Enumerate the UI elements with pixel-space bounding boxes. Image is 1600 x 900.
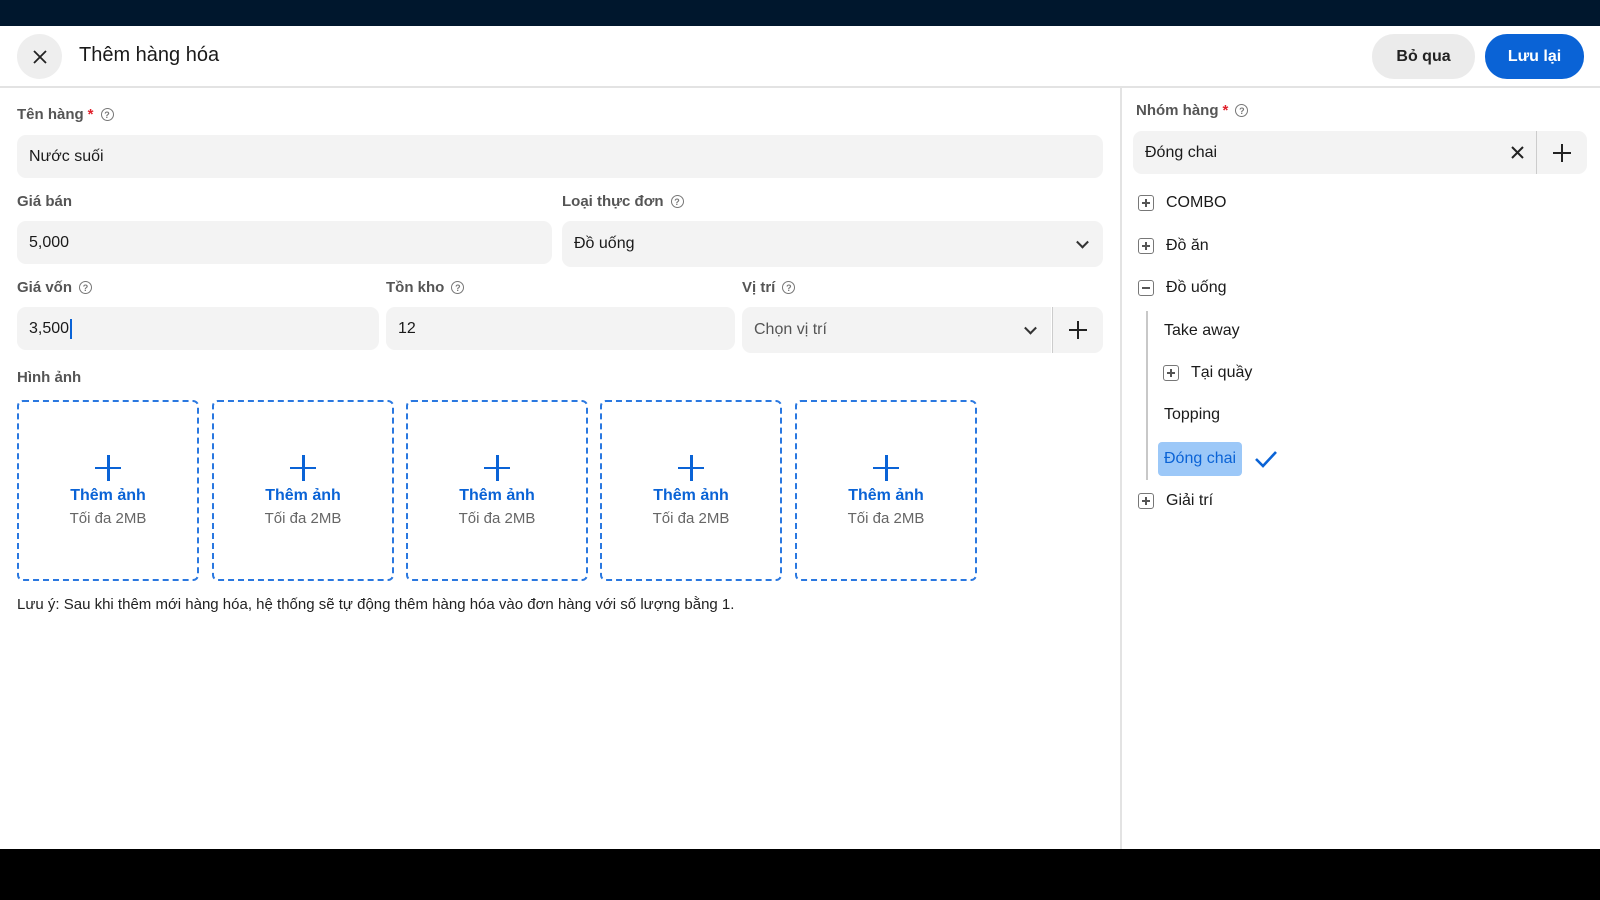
plus-icon [484,454,510,481]
price-input[interactable]: 5,000 [17,221,552,264]
help-icon[interactable]: ? [451,281,465,294]
tree-item-combo[interactable]: COMBO [1138,186,1226,220]
menu-type-value: Đồ uống [574,235,635,252]
page-title: Thêm hàng hóa [79,44,220,66]
note-text: Lưu ý: Sau khi thêm mới hàng hóa, hệ thố… [17,596,735,613]
location-select[interactable]: Chọn vị trí [742,307,1051,353]
add-image-title: Thêm ảnh [848,486,924,504]
plus-icon [678,454,704,481]
clear-icon[interactable] [1511,146,1524,159]
add-image-title: Thêm ảnh [653,486,729,504]
tree-item-giai-tri[interactable]: Giải trí [1138,484,1213,518]
add-image-slot[interactable]: Thêm ảnh Tối đa 2MB [212,400,394,581]
name-input[interactable]: Nước suối [17,135,1103,178]
help-icon[interactable]: ? [1235,104,1249,117]
bottom-bar [0,849,1600,900]
add-image-limit: Tối đa 2MB [69,509,147,527]
cost-input[interactable]: 3,500 [17,307,379,350]
collapse-icon[interactable] [1138,280,1154,296]
add-image-limit: Tối đa 2MB [458,509,536,527]
expand-icon[interactable] [1138,493,1154,509]
help-icon[interactable]: ? [79,281,93,294]
tree-item-label: COMBO [1166,194,1227,211]
stock-value: 12 [398,319,416,337]
chevron-down-icon [1024,321,1037,335]
price-label: Giá bán [17,193,72,210]
tree-item-take-away[interactable]: Take away [1164,314,1240,348]
add-location-button[interactable] [1052,307,1103,353]
close-icon [32,49,47,64]
expand-icon[interactable] [1138,238,1154,254]
plus-icon [290,454,316,481]
tree-item-label: Đồ uống [1166,279,1227,296]
plus-icon [95,454,121,481]
add-image-slot[interactable]: Thêm ảnh Tối đa 2MB [795,400,977,581]
skip-button[interactable]: Bỏ qua [1372,34,1475,79]
menu-type-label: Loại thực đơn ? [562,193,684,210]
location-label-text: Vị trí [742,279,776,296]
required-mark: * [87,106,94,123]
images-label-text: Hình ảnh [17,369,82,386]
add-image-title: Thêm ảnh [459,486,535,504]
stock-label-text: Tồn kho [386,279,445,296]
chevron-down-icon [1076,235,1089,249]
help-icon[interactable]: ? [670,195,684,208]
close-button[interactable] [17,34,62,79]
name-label: Tên hàng * ? [17,106,114,123]
plus-icon [873,454,899,481]
tree-item-do-an[interactable]: Đồ ăn [1138,229,1209,263]
price-value: 5,000 [29,233,70,251]
tree-item-label: Đóng chai [1164,450,1237,467]
cost-label-text: Giá vốn [17,279,73,296]
expand-icon[interactable] [1163,365,1179,381]
tree-item-dong-chai-selected[interactable]: Đóng chai [1158,442,1243,476]
plus-icon [1553,143,1571,162]
tree-item-label: Topping [1164,406,1221,423]
group-label: Nhóm hàng * ? [1136,102,1249,119]
add-image-title: Thêm ảnh [70,486,146,504]
add-image-title: Thêm ảnh [265,486,341,504]
location-placeholder: Chọn vị trí [754,321,827,338]
required-mark: * [1222,102,1229,119]
tree-item-do-uong[interactable]: Đồ uống [1138,271,1227,305]
help-icon[interactable]: ? [100,108,114,121]
plus-icon [1069,321,1087,339]
save-button[interactable]: Lưu lại [1485,34,1584,79]
text-cursor [70,318,73,339]
add-image-limit: Tối đa 2MB [847,509,925,527]
panel-divider [1120,88,1122,849]
menu-type-select[interactable]: Đồ uống [562,221,1103,267]
tree-item-label: Tại quầy [1191,364,1253,381]
add-group-button[interactable] [1536,131,1587,174]
help-icon[interactable]: ? [782,281,796,294]
tree-item-label: Giải trí [1166,492,1214,509]
cost-value: 3,500 [29,319,70,337]
tree-item-label: Đồ ăn [1166,237,1209,254]
name-value: Nước suối [29,147,104,165]
add-image-limit: Tối đa 2MB [652,509,730,527]
header: Thêm hàng hóa Bỏ qua Lưu lại [0,26,1600,88]
cost-label: Giá vốn ? [17,279,93,296]
images-label: Hình ảnh [17,369,81,386]
add-image-slot[interactable]: Thêm ảnh Tối đa 2MB [406,400,588,581]
add-image-limit: Tối đa 2MB [264,509,342,527]
group-label-text: Nhóm hàng [1136,102,1219,119]
add-image-slot[interactable]: Thêm ảnh Tối đa 2MB [17,400,199,581]
check-icon [1255,451,1277,468]
name-label-text: Tên hàng [17,106,84,123]
group-select[interactable]: Đóng chai [1133,131,1536,174]
price-label-text: Giá bán [17,193,73,210]
tree-item-topping[interactable]: Topping [1164,398,1220,432]
add-image-slot[interactable]: Thêm ảnh Tối đa 2MB [600,400,782,581]
stock-input[interactable]: 12 [386,307,735,350]
menu-type-label-text: Loại thực đơn [562,193,664,210]
stock-label: Tồn kho ? [386,279,465,296]
expand-icon[interactable] [1138,195,1154,211]
tree-item-tai-quay[interactable]: Tại quầy [1163,356,1252,390]
top-bar [0,0,1600,26]
tree-item-label: Take away [1164,322,1240,339]
group-value: Đóng chai [1145,143,1218,161]
location-label: Vị trí ? [742,279,796,296]
tree-guide-line [1146,311,1148,480]
